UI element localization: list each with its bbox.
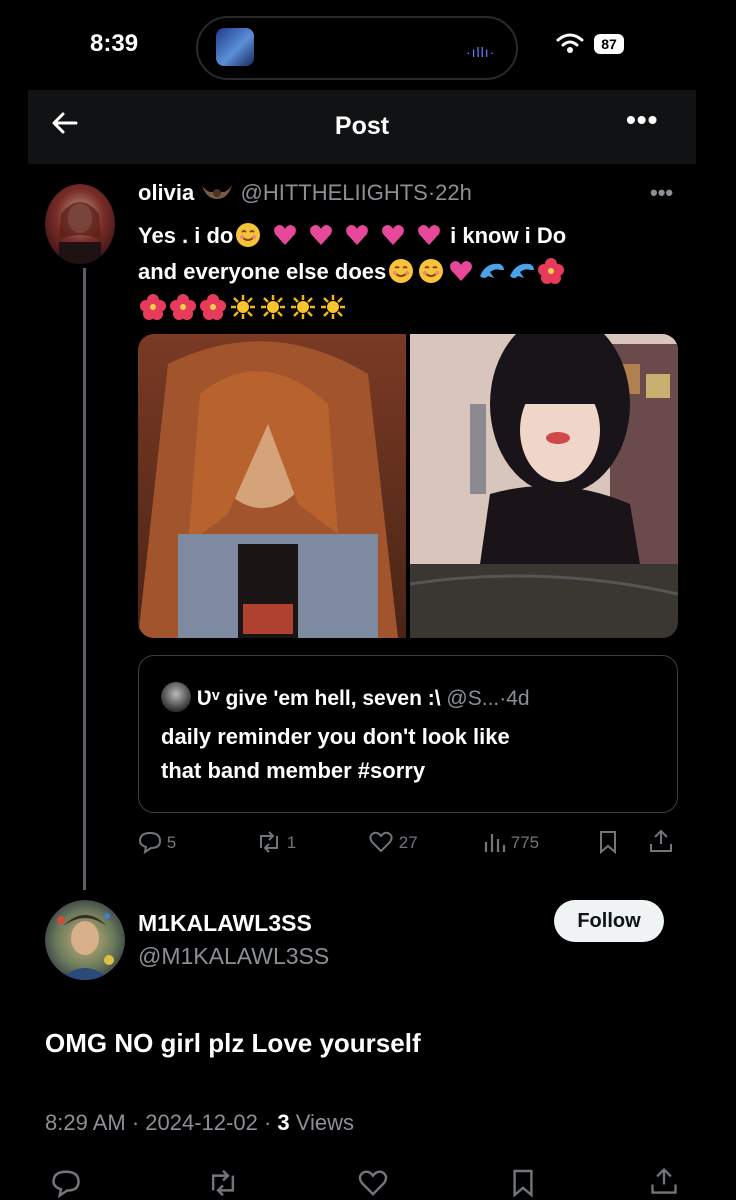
bookmark-icon[interactable] [598,830,618,854]
like-button[interactable]: 27 [368,830,418,854]
avatar[interactable] [45,900,125,980]
reply-author-name[interactable]: M1KALAWL3SS [138,910,312,937]
page-title: Post [334,112,390,140]
battery-indicator: 87 [594,34,624,54]
reply-date: 2024-12-02 [145,1110,258,1135]
dolphin-emoji [508,258,535,284]
author-handle[interactable]: @HITTHELIIGHTS [241,180,428,205]
heart-emoji [416,222,442,248]
quoted-author-line: Ʋᵛ give 'em hell, seven :\ @S...·4d [161,682,530,712]
hibiscus-emoji [200,294,226,320]
share-icon[interactable] [649,1166,679,1196]
audio-waveform-icon: ·ıllı· [466,44,496,60]
heart-emoji [308,222,334,248]
post-text-line-3 [138,290,678,326]
heart-emoji [380,222,406,248]
avatar[interactable] [45,184,115,264]
share-icon[interactable] [648,828,674,854]
dynamic-island[interactable]: ·ıllı· [196,16,518,80]
smiling-face-emoji [418,258,444,284]
reply-icon [138,831,162,855]
post-author-line: olivia @HITTHELIIGHTS·22h [138,180,472,205]
post-screen: 8:39 ·ıllı· 87 Post ••• olivia @HITTHELI… [28,0,696,1200]
quoted-author-avatar [161,682,191,712]
reply-views-label: Views [295,1110,355,1135]
post-age[interactable]: 22h [435,180,472,205]
hibiscus-emoji [170,294,196,320]
repost-count: 1 [286,833,297,852]
post-text: Yes . i do i know i Do and everyone else… [138,218,678,326]
quoted-post-text: daily reminder you don't look like that … [161,724,510,783]
sun-emoji [260,294,286,320]
author-display-name[interactable]: olivia [138,180,194,205]
smiling-face-emoji [235,222,261,248]
repost-button[interactable]: 1 [256,830,296,854]
reply-text: OMG NO girl plz Love yourself [45,1028,421,1058]
status-time: 8:39 [90,30,139,57]
reply-icon[interactable] [51,1168,81,1198]
dolphin-emoji [478,258,505,284]
top-nav-bar: Post ••• [28,90,696,164]
reply-time: 8:29 AM [45,1110,126,1135]
views-count: 775 [510,833,540,852]
quoted-post-age: 4d [506,687,530,710]
reply-metadata: 8:29 AM · 2024-12-02 · 3 Views [45,1110,355,1135]
post-text-line-2: and everyone else does [138,254,678,290]
post-text-line-1: Yes . i do i know i Do [138,222,567,248]
sun-emoji [290,294,316,320]
wifi-icon [556,33,584,53]
post-action-bar: 5 1 27 775 [138,828,678,858]
reply-views-count: 3 [277,1110,290,1135]
views-button[interactable]: 775 [482,830,539,854]
thread-connector-line [83,268,86,890]
quoted-post-card[interactable]: Ʋᵛ give 'em hell, seven :\ @S...·4d dail… [138,655,678,813]
bookmark-icon[interactable] [511,1168,535,1198]
hibiscus-emoji [538,258,565,284]
heart-emoji [344,222,370,248]
post-photo-left[interactable] [138,334,406,638]
like-count: 27 [398,833,418,852]
heart-icon [369,831,393,853]
heart-icon[interactable] [357,1168,389,1198]
smiling-face-emoji [388,258,414,284]
heart-emoji [272,222,298,248]
sun-emoji [230,294,256,320]
views-chart-icon [484,834,506,852]
repost-icon [260,831,278,853]
follow-button[interactable]: Follow [554,900,664,942]
reply-author-handle[interactable]: @M1KALAWL3SS [138,943,329,970]
more-options-icon[interactable]: ••• [626,104,658,136]
reply-button[interactable]: 5 [138,830,177,855]
repost-icon[interactable] [207,1168,239,1198]
quoted-author-name[interactable]: Ʋᵛ give 'em hell, seven :\ [197,687,441,710]
reply-count: 5 [166,833,177,852]
bat-emoji-icon [202,185,233,199]
post-more-icon[interactable]: ••• [650,180,673,206]
hibiscus-emoji [140,294,166,320]
sun-emoji [320,294,346,320]
post-media-grid [138,334,678,638]
now-playing-artwork [216,28,254,66]
quoted-author-handle[interactable]: @S... [446,687,499,710]
post-photo-right[interactable] [410,334,678,638]
heart-emoji [448,258,474,284]
reply-action-bar [45,1164,685,1200]
